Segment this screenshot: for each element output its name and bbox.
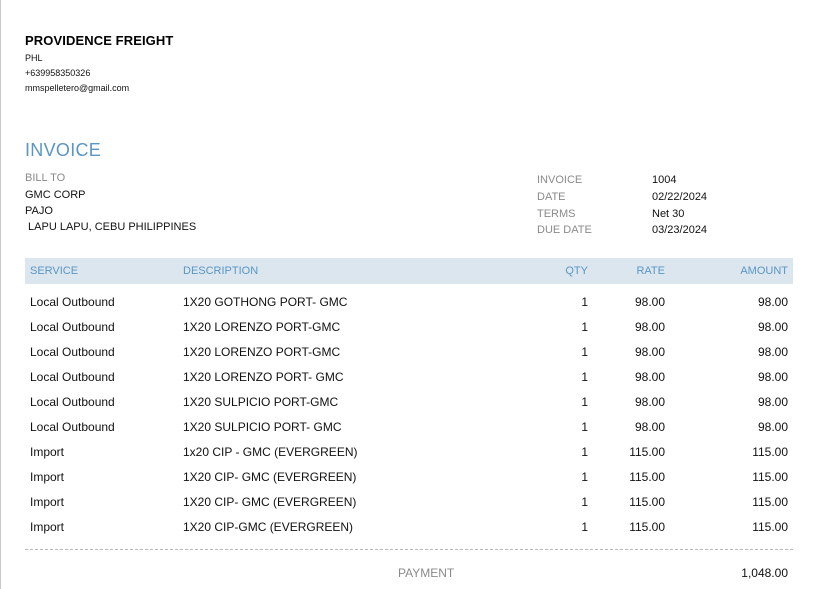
cell-description: 1X20 CIP- GMC (EVERGREEN)	[183, 470, 357, 484]
table-row: Local Outbound 1X20 GOTHONG PORT- GMC 1 …	[25, 289, 793, 314]
invoice-meta: INVOICE 1004 DATE 02/22/2024 TERMS Net 3…	[537, 172, 707, 239]
meta-terms-value: Net 30	[652, 207, 685, 220]
cell-description: 1X20 SULPICIO PORT- GMC	[183, 420, 342, 434]
bill-to-line2: PAJO	[25, 205, 53, 217]
cell-amount: 98.00	[757, 320, 788, 334]
table-row: Import 1x20 CIP - GMC (EVERGREEN) 1 115.…	[25, 439, 793, 464]
cell-qty: 1	[581, 370, 588, 384]
cell-amount: 115.00	[752, 445, 788, 459]
table-row: Import 1X20 CIP-GMC (EVERGREEN) 1 115.00…	[25, 514, 793, 539]
bill-to-line1: GMC CORP	[25, 189, 86, 201]
cell-amount: 98.00	[757, 345, 788, 359]
cell-service: Local Outbound	[30, 295, 115, 309]
cell-qty: 1	[581, 520, 588, 534]
invoice-title: INVOICE	[25, 140, 102, 160]
cell-service: Import	[30, 520, 65, 534]
cell-rate: 115.00	[629, 470, 665, 484]
table-row: Import 1X20 CIP- GMC (EVERGREEN) 1 115.0…	[25, 464, 793, 489]
cell-rate: 115.00	[629, 520, 665, 534]
meta-terms-label: TERMS	[537, 207, 576, 220]
meta-invoice-row: INVOICE 1004	[537, 172, 707, 189]
meta-date-label: DATE	[537, 191, 566, 204]
header-rate: RATE	[636, 265, 665, 277]
table-row: Local Outbound 1X20 SULPICIO PORT- GMC 1…	[25, 414, 793, 439]
page-edge-divider	[0, 0, 1, 589]
header-amount: AMOUNT	[740, 265, 788, 277]
cell-qty: 1	[581, 395, 588, 409]
cell-description: 1X20 SULPICIO PORT-GMC	[183, 395, 339, 409]
cell-description: 1X20 LORENZO PORT-GMC	[183, 345, 341, 359]
cell-service: Local Outbound	[30, 345, 115, 359]
cell-description: 1X20 CIP-GMC (EVERGREEN)	[183, 520, 354, 534]
company-email: mmspelletero@gmail.com	[25, 83, 130, 93]
cell-rate: 115.00	[629, 495, 665, 509]
table-row: Local Outbound 1X20 LORENZO PORT- GMC 1 …	[25, 364, 793, 389]
bill-to-label: BILL TO	[25, 172, 66, 184]
meta-terms-row: TERMS Net 30	[537, 205, 707, 222]
company-country: PHL	[25, 53, 43, 63]
cell-rate: 98.00	[634, 345, 665, 359]
cell-amount: 115.00	[752, 495, 788, 509]
table-row: Import 1X20 CIP- GMC (EVERGREEN) 1 115.0…	[25, 489, 793, 514]
cell-description: 1X20 LORENZO PORT- GMC	[183, 370, 344, 384]
table-row: Local Outbound 1X20 LORENZO PORT-GMC 1 9…	[25, 314, 793, 339]
header-service: SERVICE	[30, 265, 79, 277]
header-description: DESCRIPTION	[183, 265, 259, 277]
cell-description: 1X20 LORENZO PORT-GMC	[183, 320, 341, 334]
cell-amount: 115.00	[752, 520, 788, 534]
table-row: Local Outbound 1X20 LORENZO PORT-GMC 1 9…	[25, 339, 793, 364]
cell-description: 1X20 GOTHONG PORT- GMC	[183, 295, 348, 309]
meta-date-value: 02/22/2024	[652, 191, 708, 204]
meta-due-row: DUE DATE 03/23/2024	[537, 222, 707, 239]
cell-qty: 1	[581, 470, 588, 484]
meta-invoice-label: INVOICE	[537, 174, 583, 187]
cell-service: Import	[30, 445, 65, 459]
cell-qty: 1	[581, 495, 588, 509]
header-qty: QTY	[565, 265, 588, 277]
cell-description: 1x20 CIP - GMC (EVERGREEN)	[183, 445, 358, 459]
cell-service: Import	[30, 470, 65, 484]
cell-qty: 1	[581, 320, 588, 334]
cell-rate: 98.00	[634, 395, 665, 409]
bill-to-block: BILL TO GMC CORP PAJO LAPU LAPU, CEBU PH…	[25, 172, 196, 237]
cell-amount: 98.00	[757, 395, 788, 409]
table-row: Local Outbound 1X20 SULPICIO PORT-GMC 1 …	[25, 389, 793, 414]
payment-label: PAYMENT	[398, 566, 455, 580]
cell-amount: 98.00	[757, 295, 788, 309]
cell-service: Import	[30, 495, 65, 509]
cell-description: 1X20 CIP- GMC (EVERGREEN)	[183, 495, 357, 509]
cell-service: Local Outbound	[30, 370, 115, 384]
bill-to-line3: LAPU LAPU, CEBU PHILIPPINES	[25, 221, 197, 233]
company-block: PROVIDENCE FREIGHT PHL +639958350326 mms…	[25, 33, 173, 93]
cell-service: Local Outbound	[30, 420, 115, 434]
meta-due-label: DUE DATE	[537, 224, 592, 237]
cell-rate: 98.00	[634, 420, 665, 434]
cell-service: Local Outbound	[30, 320, 115, 334]
totals-divider	[25, 549, 793, 550]
cell-rate: 115.00	[629, 445, 665, 459]
payment-value: 1,048.00	[741, 566, 788, 580]
cell-rate: 98.00	[634, 320, 665, 334]
table-header: SERVICE DESCRIPTION QTY RATE AMOUNT	[25, 258, 793, 284]
cell-rate: 98.00	[634, 295, 665, 309]
meta-due-value: 03/23/2024	[652, 224, 708, 237]
cell-qty: 1	[581, 295, 588, 309]
cell-qty: 1	[581, 445, 588, 459]
line-items: Local Outbound 1X20 GOTHONG PORT- GMC 1 …	[25, 289, 793, 539]
cell-qty: 1	[581, 345, 588, 359]
cell-qty: 1	[581, 420, 588, 434]
cell-amount: 115.00	[752, 470, 788, 484]
cell-amount: 98.00	[757, 370, 788, 384]
meta-invoice-value: 1004	[652, 174, 677, 187]
cell-service: Local Outbound	[30, 395, 115, 409]
company-name: PROVIDENCE FREIGHT	[25, 33, 174, 48]
company-phone: +639958350326	[25, 68, 91, 78]
meta-date-row: DATE 02/22/2024	[537, 189, 707, 206]
cell-rate: 98.00	[634, 370, 665, 384]
cell-amount: 98.00	[757, 420, 788, 434]
